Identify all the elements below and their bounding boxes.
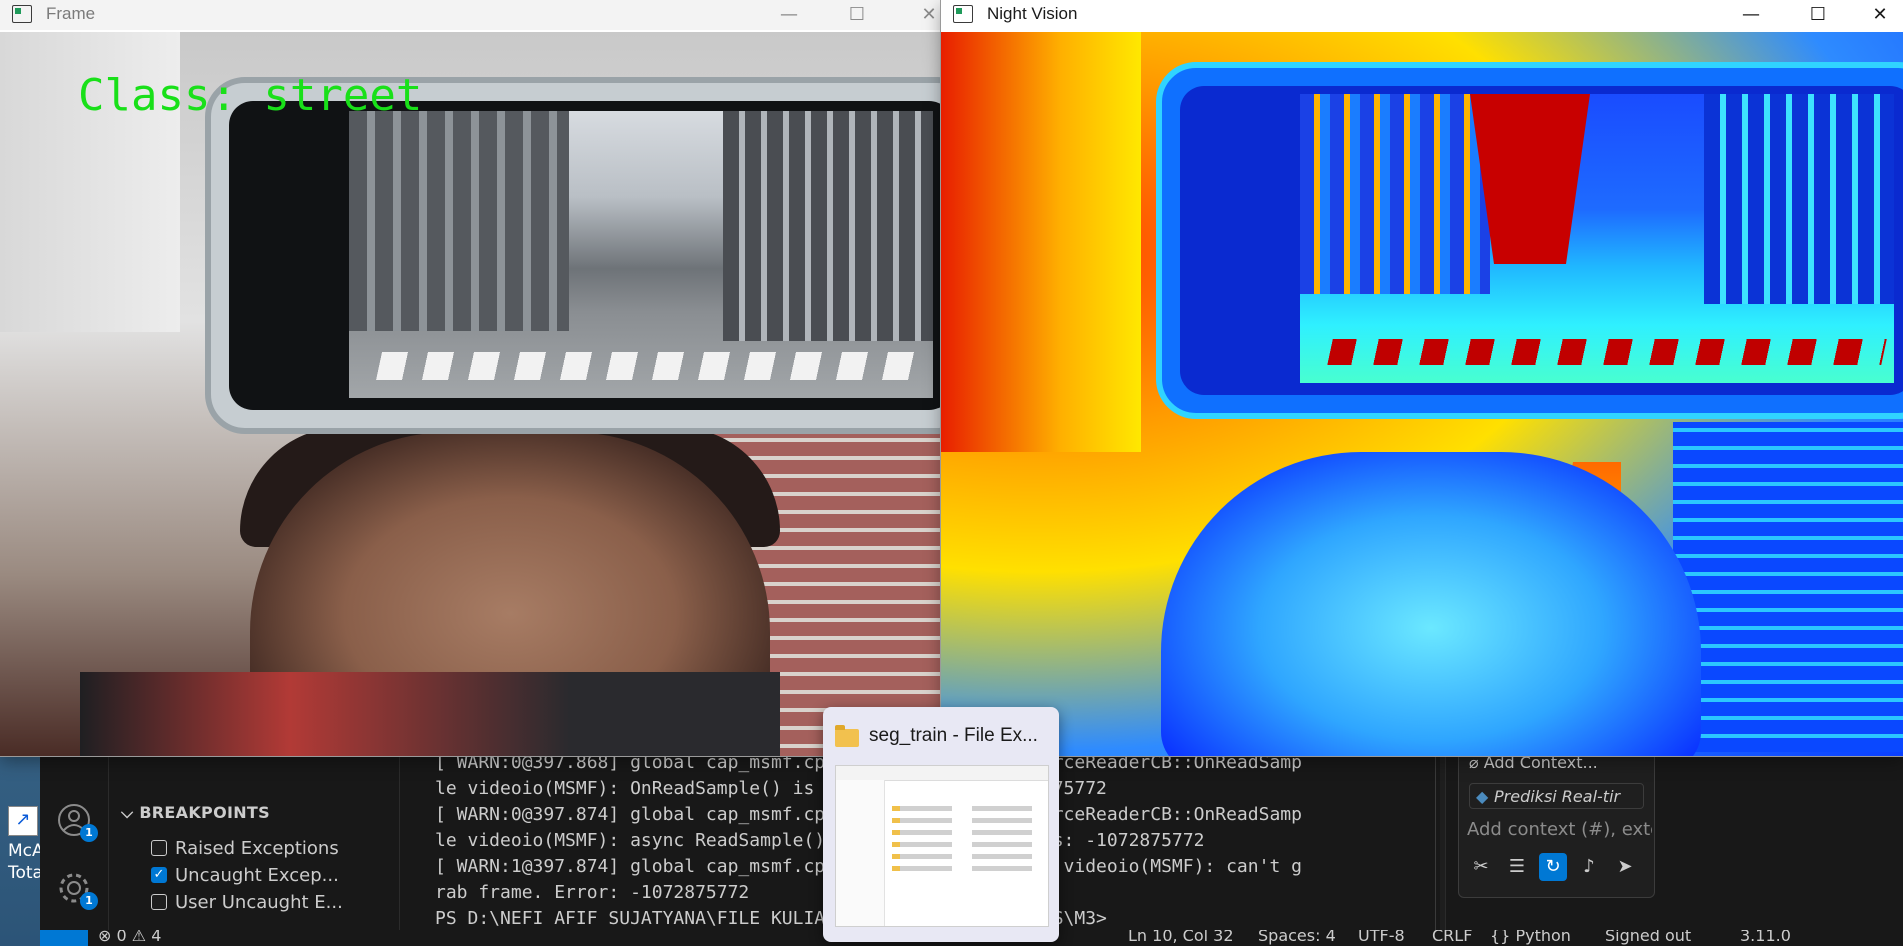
- chat-panel: ⌀ Add Context... ◆ Prediksi Real-tir + A…: [1445, 740, 1903, 930]
- person-shirt: [80, 672, 780, 756]
- thermal-zebra-crossing: [1327, 339, 1887, 365]
- class-prediction-label: Class: street: [78, 70, 423, 121]
- manage-button[interactable]: 1: [54, 868, 98, 910]
- breakpoints-header[interactable]: ⌵ BREAKPOINTS: [121, 803, 270, 823]
- python-icon: ◆: [1476, 787, 1489, 806]
- frame-window: Frame — ☐ ✕ Class: street: [0, 0, 940, 756]
- eol-status[interactable]: CRLF: [1432, 930, 1472, 945]
- shortcut-label-line2: Tota: [8, 863, 43, 883]
- shortcut-arrow-icon[interactable]: ↗: [8, 806, 38, 836]
- shortcut-label-line1: McA: [8, 841, 44, 861]
- preview-title: seg_train - File Ex...: [869, 725, 1038, 746]
- frame-titlebar[interactable]: Frame — ☐ ✕: [0, 0, 940, 30]
- thumbnail-toolbar: [836, 766, 1048, 781]
- minimize-button[interactable]: —: [766, 0, 812, 30]
- chat-input-placeholder[interactable]: Add context (#), exter: [1467, 819, 1652, 840]
- window-title: Night Vision: [987, 4, 1078, 23]
- thumbnail-file-row: [892, 866, 1032, 871]
- thermal-phone: [1156, 62, 1903, 419]
- terminal-line: rab frame. Error: -1072875772: [435, 882, 750, 903]
- breakpoints-title: BREAKPOINTS: [139, 803, 270, 822]
- folder-icon: [835, 725, 859, 747]
- microphone-icon[interactable]: ♪: [1575, 853, 1603, 881]
- refresh-icon[interactable]: ↻: [1539, 853, 1567, 881]
- problems-status[interactable]: ⊗ 0 ⚠ 4: [98, 930, 161, 945]
- thumbnail-file-row: [892, 818, 1032, 823]
- breakpoints-panel: ⌵ BREAKPOINTS Raised Exceptions ✓ Uncaug…: [109, 750, 400, 930]
- zebra-crossing: [376, 352, 926, 380]
- phone-screen: [229, 101, 940, 410]
- camera-frame-image: Class: street: [0, 32, 940, 756]
- thermal-building-right: [1704, 94, 1894, 304]
- server-icon[interactable]: ☰: [1503, 853, 1531, 881]
- checkbox[interactable]: [151, 840, 167, 856]
- desktop-shortcut-label[interactable]: McA Tota: [8, 840, 44, 884]
- account-status[interactable]: Signed out: [1605, 930, 1691, 945]
- checkbox-checked[interactable]: ✓: [151, 867, 167, 883]
- indentation-status[interactable]: Spaces: 4: [1258, 930, 1336, 945]
- thermal-building-left: [1300, 94, 1490, 294]
- phone-in-image: [205, 77, 940, 434]
- accounts-button[interactable]: 1: [54, 800, 98, 842]
- prompt-chip-label: Prediksi Real-tir: [1494, 787, 1621, 806]
- building-left: [349, 111, 569, 331]
- python-version-status[interactable]: 3.11.0: [1740, 930, 1791, 945]
- taskbar-thumbnail-preview[interactable]: seg_train - File Ex...: [823, 707, 1059, 942]
- chat-input-box[interactable]: ⌀ Add Context... ◆ Prediksi Real-tir + A…: [1458, 740, 1655, 898]
- activity-bar: 1 1: [40, 750, 109, 930]
- accounts-badge: 1: [80, 824, 98, 842]
- file-explorer-thumbnail: [835, 765, 1049, 927]
- breakpoint-user-uncaught-exceptions[interactable]: User Uncaught E...: [151, 889, 343, 915]
- encoding-status[interactable]: UTF-8: [1358, 930, 1405, 945]
- maximize-button[interactable]: ☐: [1795, 0, 1841, 30]
- manage-badge: 1: [80, 892, 98, 910]
- night-vision-window: Night Vision — ☐ ✕: [941, 0, 1903, 756]
- breakpoint-uncaught-exceptions[interactable]: ✓ Uncaught Excep...: [151, 862, 339, 888]
- chat-toolbar: ✂ ☰ ↻ ♪ ➤: [1467, 853, 1639, 881]
- thermal-street: [1300, 94, 1894, 383]
- thumbnail-nav-pane: [836, 780, 885, 926]
- close-button[interactable]: ✕: [1857, 0, 1903, 30]
- breakpoint-label: Raised Exceptions: [175, 837, 339, 859]
- remote-indicator[interactable]: [40, 930, 88, 946]
- nightvision-titlebar[interactable]: Night Vision — ☐ ✕: [941, 0, 1903, 30]
- app-window-icon: [12, 5, 32, 23]
- thermal-wall: [941, 32, 1141, 452]
- breakpoint-label: User Uncaught E...: [175, 891, 343, 913]
- terminal-divider: [1435, 750, 1436, 930]
- app-window-icon: [953, 5, 973, 23]
- thermal-brick-wall: [1673, 422, 1903, 752]
- close-button[interactable]: ✕: [906, 0, 940, 30]
- building-right: [723, 111, 933, 341]
- chevron-down-icon: ⌵: [121, 803, 134, 822]
- prompt-file-chip[interactable]: ◆ Prediksi Real-tir +: [1469, 783, 1644, 809]
- tools-icon[interactable]: ✂: [1467, 853, 1495, 881]
- maximize-button[interactable]: ☐: [834, 0, 880, 30]
- window-title: Frame: [46, 4, 96, 23]
- thumbnail-file-row: [892, 830, 1032, 835]
- thermal-phone-screen: [1180, 86, 1903, 395]
- send-icon[interactable]: ➤: [1611, 853, 1639, 881]
- checkbox[interactable]: [151, 894, 167, 910]
- terminal-line: le videoio(MSMF): async ReadSample() ca …: [435, 830, 1205, 851]
- night-vision-image: [941, 32, 1903, 756]
- cursor-position-status[interactable]: Ln 10, Col 32: [1128, 930, 1234, 945]
- language-status[interactable]: {} Python: [1490, 930, 1571, 945]
- thumbnail-file-row: [892, 806, 1032, 811]
- thumbnail-file-row: [892, 842, 1032, 847]
- thumbnail-file-row: [892, 854, 1032, 859]
- breakpoint-raised-exceptions[interactable]: Raised Exceptions: [151, 835, 339, 861]
- street-scene: [349, 111, 933, 398]
- breakpoint-label: Uncaught Excep...: [175, 864, 339, 886]
- minimize-button[interactable]: —: [1728, 0, 1774, 30]
- thermal-person: [1161, 452, 1701, 756]
